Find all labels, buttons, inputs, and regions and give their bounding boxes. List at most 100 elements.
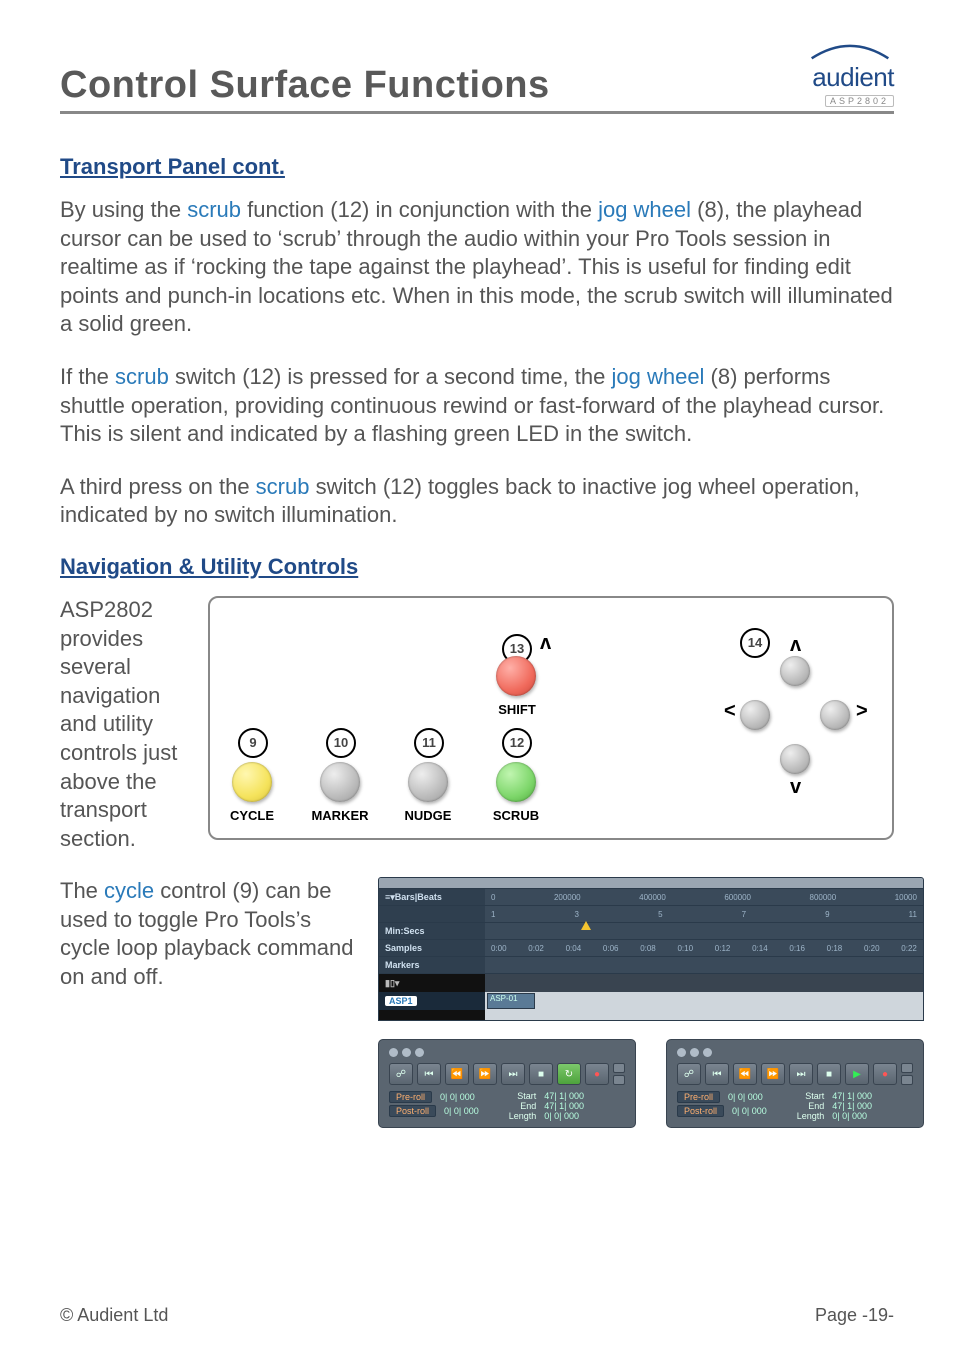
end-label: End xyxy=(509,1101,537,1111)
go-to-end-icon: ⏭ xyxy=(789,1063,813,1085)
rewind-icon: ⏪ xyxy=(445,1063,469,1085)
length-label: Length xyxy=(509,1111,537,1121)
ruler-bars-label: Bars|Beats xyxy=(395,892,442,902)
ruler-markers-label: Markers xyxy=(379,957,485,973)
label-scrub: SCRUB xyxy=(490,808,542,823)
pre-roll-value: 0| 0| 000 xyxy=(728,1092,763,1102)
clip-name: ASP-01 xyxy=(487,993,535,1009)
playhead-marker-icon xyxy=(581,921,591,930)
start-label: Start xyxy=(509,1091,537,1101)
loop-play-icon: ↻ xyxy=(557,1063,581,1085)
go-to-end-icon: ⏭ xyxy=(501,1063,525,1085)
text: switch (12) is pressed for a second time… xyxy=(169,364,612,389)
paragraph-scrub-1: By using the scrub function (12) in conj… xyxy=(60,196,894,339)
page-header: Control Surface Functions audient ASP280… xyxy=(60,40,894,114)
rewind-icon: ⏪ xyxy=(733,1063,757,1085)
page-footer: © Audient Ltd Page -19- xyxy=(60,1305,894,1326)
track-header-row: ▮▯▾ xyxy=(379,974,923,992)
text: By using the xyxy=(60,197,187,222)
brand-name: audient xyxy=(812,62,894,93)
mode-toggles-icon xyxy=(901,1063,913,1085)
online-icon: ☍ xyxy=(677,1063,701,1085)
arrow-down-icon: v xyxy=(790,776,801,799)
play-icon: ▶ xyxy=(845,1063,869,1085)
arrow-right-icon: > xyxy=(856,700,868,723)
start-value: 47| 1| 000 xyxy=(544,1091,584,1101)
label-cycle: CYCLE xyxy=(228,808,276,823)
pre-roll-value: 0| 0| 000 xyxy=(440,1092,475,1102)
paragraph-scrub-2: If the scrub switch (12) is pressed for … xyxy=(60,363,894,449)
protools-transport-left: ☍ ⏮ ⏪ ⏩ ⏭ ■ ↻ ● Pre-roll0| 0| 000 Post-r xyxy=(378,1039,636,1128)
label-nudge: NUDGE xyxy=(402,808,454,823)
length-label: Length xyxy=(797,1111,825,1121)
ruler-minsecs-label: Min:Secs xyxy=(379,923,485,939)
paragraph-nav-intro: ASP2802 provides several navigation and … xyxy=(60,596,190,853)
text: The xyxy=(60,878,104,903)
cycle-button-icon xyxy=(232,762,272,802)
text: A third press on the xyxy=(60,474,256,499)
fast-forward-icon: ⏩ xyxy=(473,1063,497,1085)
section-heading-navigation: Navigation & Utility Controls xyxy=(60,554,894,580)
start-value: 47| 1| 000 xyxy=(832,1091,872,1101)
return-to-zero-icon: ⏮ xyxy=(705,1063,729,1085)
fast-forward-icon: ⏩ xyxy=(761,1063,785,1085)
start-label: Start xyxy=(797,1091,825,1101)
record-icon: ● xyxy=(585,1063,609,1085)
end-value: 47| 1| 000 xyxy=(832,1101,872,1111)
paragraph-scrub-3: A third press on the scrub switch (12) t… xyxy=(60,473,894,530)
ruler-samples-label: Samples xyxy=(379,940,485,956)
pre-roll-label: Pre-roll xyxy=(677,1091,720,1103)
window-traffic-lights-icon xyxy=(677,1048,913,1057)
ref-11: 11 xyxy=(414,728,444,758)
highlight-cycle: cycle xyxy=(104,878,154,903)
dpad-right-icon xyxy=(820,700,850,730)
text: function (12) in conjunction with the xyxy=(241,197,598,222)
scrub-button-icon xyxy=(496,762,536,802)
track-name: ASP1 xyxy=(385,996,417,1006)
post-roll-value: 0| 0| 000 xyxy=(732,1106,767,1116)
dpad-up-icon xyxy=(780,656,810,686)
dpad-left-icon xyxy=(740,700,770,730)
post-roll-label: Post-roll xyxy=(677,1105,724,1117)
paragraph-cycle: The cycle control (9) can be used to tog… xyxy=(60,877,360,991)
navigation-diagram: 9 10 11 12 CYCLE MARKER NUDGE SCRUB 13 ʌ… xyxy=(208,596,894,840)
section-heading-transport: Transport Panel cont. xyxy=(60,154,894,180)
ref-12: 12 xyxy=(502,728,532,758)
return-to-zero-icon: ⏮ xyxy=(417,1063,441,1085)
brand-logo: audient ASP2802 xyxy=(806,40,894,107)
protools-ruler-screenshot: ≡▾ Bars|Beats 02000004000006000008000001… xyxy=(378,877,924,1128)
shift-button-icon xyxy=(496,656,536,696)
end-label: End xyxy=(797,1101,825,1111)
copyright: © Audient Ltd xyxy=(60,1305,168,1326)
brand-arc-icon xyxy=(806,40,894,60)
arrow-left-icon: < xyxy=(724,700,736,723)
page-number: Page -19- xyxy=(815,1305,894,1326)
protools-transport-right: ☍ ⏮ ⏪ ⏩ ⏭ ■ ▶ ● Pre-roll0| 0| 000 Post-r xyxy=(666,1039,924,1128)
stop-icon: ■ xyxy=(529,1063,553,1085)
online-icon: ☍ xyxy=(389,1063,413,1085)
highlight-jog-wheel: jog wheel xyxy=(598,197,691,222)
dpad-down-icon xyxy=(780,744,810,774)
arrow-up-icon: ʌ xyxy=(540,632,551,655)
pre-roll-label: Pre-roll xyxy=(389,1091,432,1103)
brand-model: ASP2802 xyxy=(825,95,894,107)
highlight-scrub: scrub xyxy=(187,197,241,222)
label-shift: SHIFT xyxy=(496,702,538,717)
ruler-bar-numbers: 1357911 xyxy=(485,910,923,919)
track-row: ASP1 ASP-01 xyxy=(379,992,923,1010)
window-traffic-lights-icon xyxy=(389,1048,625,1057)
marker-button-icon xyxy=(320,762,360,802)
highlight-jog-wheel: jog wheel xyxy=(611,364,704,389)
record-icon: ● xyxy=(873,1063,897,1085)
post-roll-value: 0| 0| 000 xyxy=(444,1106,479,1116)
ref-14: 14 xyxy=(740,628,770,658)
label-marker: MARKER xyxy=(310,808,370,823)
ref-9: 9 xyxy=(238,728,268,758)
nudge-button-icon xyxy=(408,762,448,802)
highlight-scrub: scrub xyxy=(115,364,169,389)
end-value: 47| 1| 000 xyxy=(544,1101,584,1111)
ruler-time-ticks: 0:000:020:040:060:080:100:120:140:160:18… xyxy=(485,944,923,953)
page-title: Control Surface Functions xyxy=(60,64,550,107)
ref-10: 10 xyxy=(326,728,356,758)
length-value: 0| 0| 000 xyxy=(544,1111,584,1121)
